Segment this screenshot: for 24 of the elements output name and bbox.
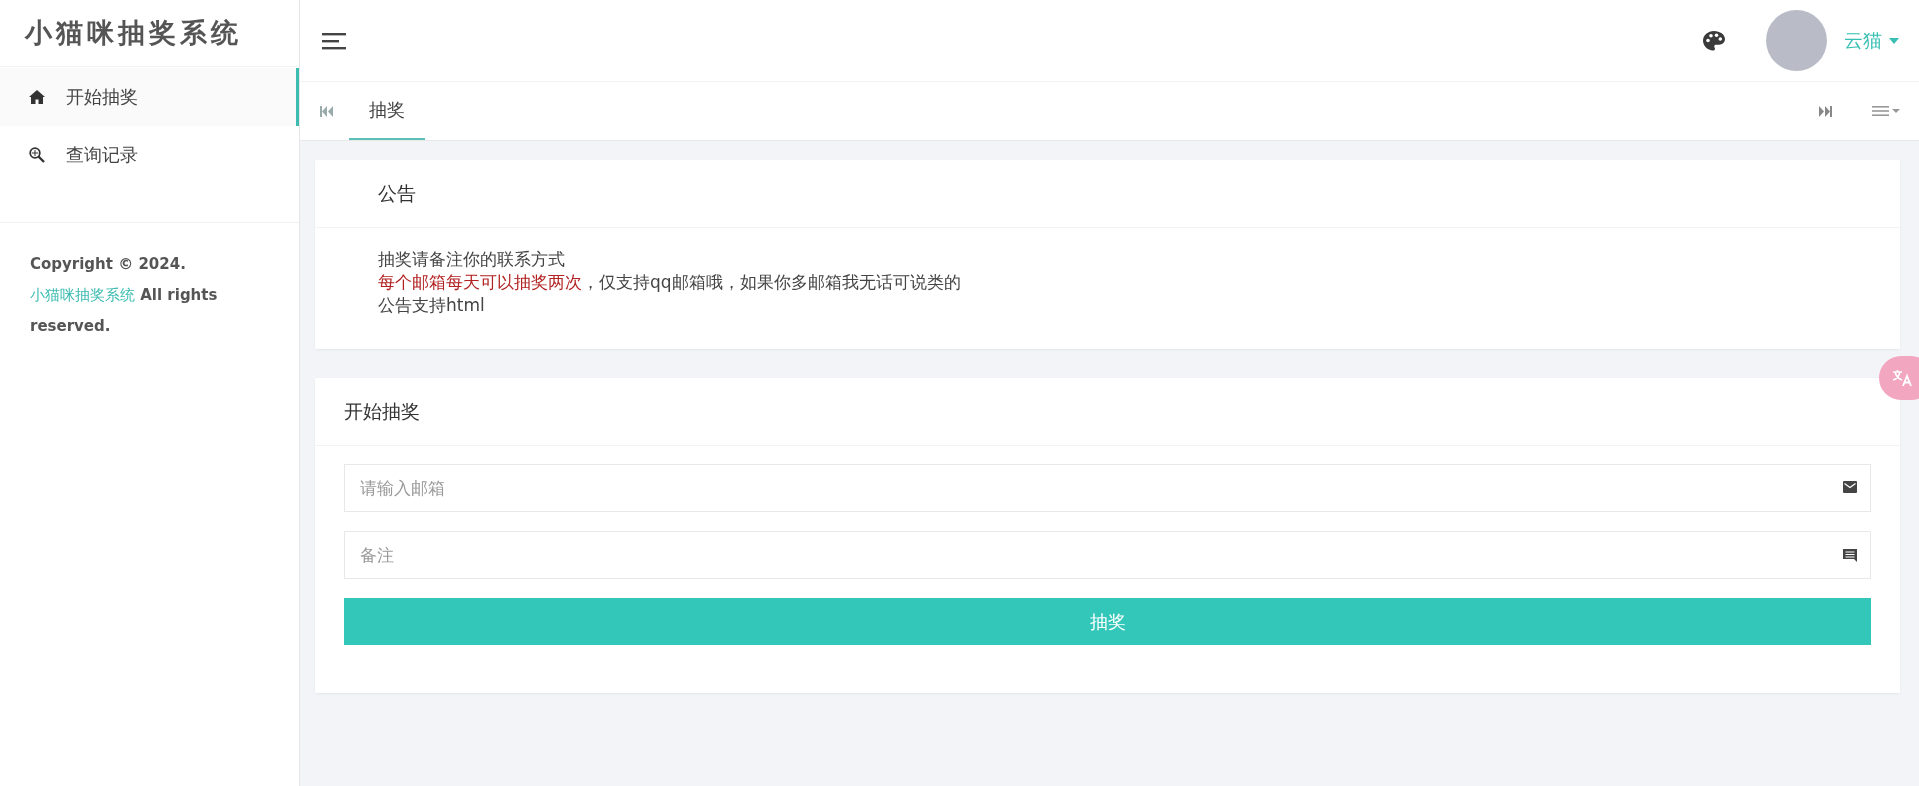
app-logo-title: 小猫咪抽奖系统 [25, 16, 242, 50]
note-field[interactable]: 备注 [344, 531, 1871, 579]
tab[interactable]: 抽奖 [349, 82, 425, 140]
caret-icon [1889, 37, 1899, 44]
skip-back-icon[interactable] [320, 105, 333, 117]
comment-icon [1843, 548, 1857, 562]
palette-icon[interactable] [1703, 30, 1725, 51]
notice-text: 公告支持html [378, 295, 485, 315]
highlighted-notice-text: 每个邮箱每天可以抽奖两次 [378, 272, 582, 292]
sidebar-item[interactable]: 查询记录 [0, 126, 299, 184]
search-icon [29, 147, 45, 163]
home-icon [29, 90, 45, 104]
list-dropdown-icon[interactable] [1872, 105, 1900, 117]
notice-text: 抽奖请备注你的联系方式 [378, 249, 565, 269]
skip-forward-icon[interactable] [1819, 105, 1832, 117]
email-field[interactable]: 请输入邮箱 [344, 464, 1871, 512]
envelope-icon [1843, 481, 1857, 493]
translate-icon[interactable] [1879, 356, 1919, 400]
menu-icon[interactable] [322, 31, 346, 50]
notice-text: ，仅支持qq邮箱哦，如果你多邮箱我无话可说类的 [582, 272, 961, 292]
card-title: 公告 [378, 180, 416, 206]
sidebar-item[interactable]: 开始抽奖 [0, 68, 299, 126]
copyright-text: Copyright © 2024. 小猫咪抽奖系统 All rights reserved. [30, 254, 219, 337]
card-title: 开始抽奖 [344, 398, 420, 424]
